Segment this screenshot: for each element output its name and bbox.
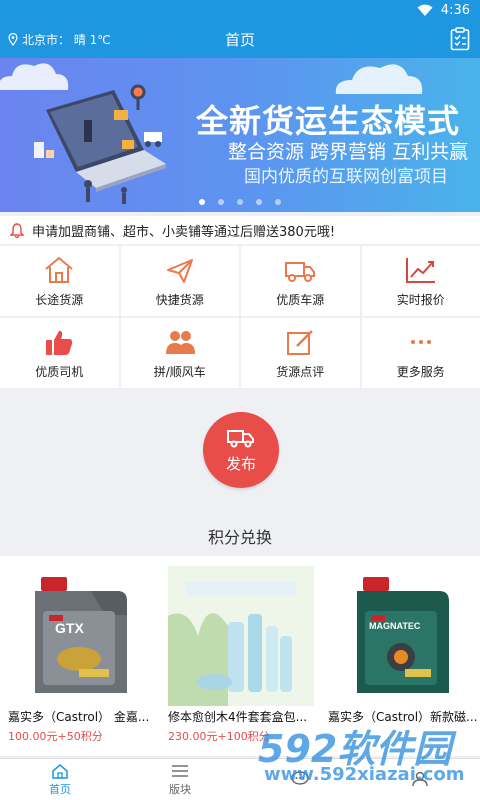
tab-label: 版块: [169, 782, 191, 796]
tab-label: 首页: [49, 782, 71, 796]
service-label: 快捷货源: [155, 292, 204, 307]
service-more[interactable]: 更多服务: [361, 318, 480, 388]
cloud-illustration: [335, 64, 423, 94]
app-header: 北京市： 晴 1℃ 首页: [0, 22, 480, 58]
service-label: 更多服务: [396, 364, 445, 379]
product-name: 修本愈创木4件套套盒包...: [168, 710, 308, 724]
user-icon: [412, 771, 428, 786]
product-name: 嘉实多（Castrol） 金嘉...: [8, 710, 150, 724]
bell-icon: [10, 222, 24, 238]
service-grid: 长途货源 快捷货源 优质车源 实时报价 优质司机 拼/顺风车 货源点评 更多服务: [0, 246, 480, 388]
status-time: 4:36: [440, 3, 470, 18]
send-icon: [166, 258, 193, 283]
banner-tagline: 国内优质的互联网创富项目: [244, 167, 448, 187]
service-long-distance[interactable]: 长途货源: [0, 246, 119, 316]
banner-subtitle: 整合资源 跨界营销 互利共赢: [228, 141, 469, 163]
points-section-title: 积分兑换: [207, 528, 272, 547]
chat-icon: [291, 770, 309, 785]
service-reviews[interactable]: 货源点评: [241, 318, 360, 388]
laptop-logistics-illustration: [34, 84, 166, 204]
svg-text:GTX: GTX: [55, 620, 84, 636]
product-image: MAGNATEC: [330, 566, 476, 706]
wifi-icon: [417, 4, 433, 16]
tab-profile[interactable]: [360, 759, 480, 800]
publish-button[interactable]: 发布: [203, 412, 279, 488]
product-image: GTX: [8, 566, 154, 706]
carousel-dot[interactable]: [237, 199, 243, 205]
truck-icon: [285, 261, 316, 282]
service-express[interactable]: 快捷货源: [120, 246, 239, 316]
product-card[interactable]: GTX 嘉实多（Castrol） 金嘉... 100.00元+50积分: [0, 556, 160, 756]
product-carousel: GTX 嘉实多（Castrol） 金嘉... 100.00元+50积分 修本愈创…: [0, 556, 480, 756]
service-vehicles[interactable]: 优质车源: [241, 246, 360, 316]
carousel-dot[interactable]: [256, 199, 262, 205]
banner-headline: 全新货运生态模式: [196, 102, 461, 140]
menu-icon: [172, 764, 188, 777]
status-bar: 4:36: [0, 0, 480, 22]
service-label: 货源点评: [276, 364, 325, 379]
service-drivers[interactable]: 优质司机: [0, 318, 119, 388]
clipboard-icon[interactable]: [450, 27, 470, 51]
product-price: 230.00元+100积分: [168, 730, 270, 743]
product-card[interactable]: 修本愈创木4件套套盒包... 230.00元+100积分: [160, 556, 320, 756]
more-icon: [410, 339, 431, 344]
house-icon: [45, 256, 73, 283]
truck-icon: [227, 429, 254, 447]
people-icon: [165, 330, 195, 354]
page-title: 首页: [224, 31, 255, 49]
edit-icon: [287, 329, 314, 355]
product-image: [168, 566, 314, 706]
promo-banner[interactable]: 全新货运生态模式 整合资源 跨界营销 互利共赢 国内优质的互联网创富项目: [0, 58, 480, 212]
service-label: 优质车源: [276, 292, 325, 307]
product-card[interactable]: MAGNATEC 嘉实多（Castrol）新款磁...: [320, 556, 480, 756]
service-label: 实时报价: [396, 292, 445, 307]
service-label: 长途货源: [35, 292, 84, 307]
carousel-indicator[interactable]: [0, 199, 480, 205]
notice-bar[interactable]: 申请加盟商铺、超市、小卖铺等通过后赠送380元哦!: [0, 216, 480, 244]
svg-text:MAGNATEC: MAGNATEC: [369, 621, 421, 631]
service-quotes[interactable]: 实时报价: [361, 246, 480, 316]
bottom-tab-bar: 首页 版块: [0, 758, 480, 800]
trend-chart-icon: [405, 257, 435, 283]
product-price: 100.00元+50积分: [8, 730, 103, 743]
carousel-dot[interactable]: [199, 199, 205, 205]
tab-home[interactable]: 首页: [0, 759, 120, 800]
tab-sections[interactable]: 版块: [120, 759, 240, 800]
carousel-dot[interactable]: [218, 199, 224, 205]
carousel-dot[interactable]: [275, 199, 281, 205]
tab-messages[interactable]: [240, 759, 360, 800]
product-name: 嘉实多（Castrol）新款磁...: [328, 710, 478, 724]
service-carpool[interactable]: 拼/顺风车: [120, 318, 239, 388]
publish-label: 发布: [225, 454, 256, 473]
home-icon: [52, 763, 68, 779]
service-label: 优质司机: [35, 364, 84, 379]
service-label: 拼/顺风车: [153, 364, 206, 379]
thumbs-up-icon: [46, 330, 73, 355]
notice-text: 申请加盟商铺、超市、小卖铺等通过后赠送380元哦!: [32, 224, 336, 240]
